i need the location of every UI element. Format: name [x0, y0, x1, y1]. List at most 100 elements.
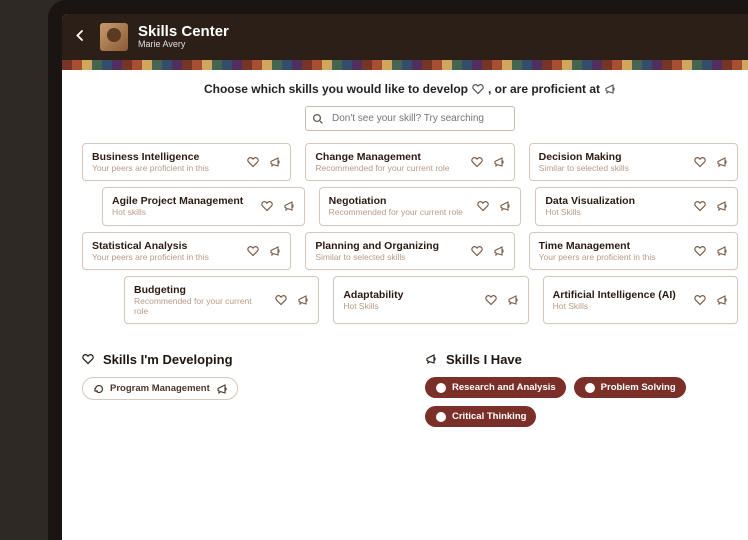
proficient-megaphone-icon[interactable]: [716, 294, 728, 306]
develop-heart-icon[interactable]: [694, 245, 706, 257]
skill-row: Statistical AnalysisYour peers are profi…: [82, 232, 738, 270]
skill-hint: Hot Skills: [545, 207, 686, 217]
skill-hint: Recommended for your current role: [134, 296, 267, 316]
skill-hint: Similar to selected skills: [539, 163, 686, 173]
skill-hint: Similar to selected skills: [315, 252, 462, 262]
developing-heading: Skills I'm Developing: [82, 352, 395, 367]
megaphone-icon: [425, 353, 439, 367]
skill-row: BudgetingRecommended for your current ro…: [124, 276, 738, 324]
skill-name: Adaptability: [343, 289, 476, 301]
proficient-megaphone-icon[interactable]: [507, 294, 519, 306]
skill-hint: Your peers are proficient in this: [92, 163, 239, 173]
skill-card[interactable]: Planning and OrganizingSimilar to select…: [305, 232, 514, 270]
skill-card[interactable]: Change ManagementRecommended for your cu…: [305, 143, 514, 181]
skill-name: Agile Project Management: [112, 195, 253, 207]
skill-row: Agile Project ManagementHot skills Negot…: [102, 187, 738, 225]
back-button[interactable]: [74, 29, 90, 45]
skill-name: Planning and Organizing: [315, 240, 462, 252]
search-icon: [312, 113, 324, 125]
skill-chip[interactable]: Program Management: [82, 377, 238, 400]
skill-name: Artificial Intelligence (AI): [553, 289, 686, 301]
heart-icon: [472, 83, 484, 95]
develop-heart-icon[interactable]: [261, 200, 273, 212]
proficient-megaphone-icon[interactable]: [716, 200, 728, 212]
decorative-ribbon: [62, 60, 748, 70]
skill-name: Negotiation: [329, 195, 470, 207]
develop-heart-icon[interactable]: [471, 156, 483, 168]
proficient-megaphone-icon[interactable]: [493, 156, 505, 168]
skill-row: Business IntelligenceYour peers are prof…: [82, 143, 738, 181]
skill-sections: Skills I'm Developing Program Management…: [82, 352, 738, 427]
megaphone-icon: [604, 83, 616, 95]
avatar[interactable]: [100, 23, 128, 51]
device-frame: Skills Center Marie Avery Choose which s…: [48, 0, 748, 540]
skill-name: Statistical Analysis: [92, 240, 239, 252]
user-name: Marie Avery: [138, 40, 229, 50]
proficient-megaphone-icon[interactable]: [499, 200, 511, 212]
skill-card[interactable]: BudgetingRecommended for your current ro…: [124, 276, 319, 324]
chip-label: Problem Solving: [601, 382, 676, 393]
instruction-text: Choose which skills you would like to de…: [82, 82, 738, 96]
proficient-megaphone-icon[interactable]: [493, 245, 505, 257]
skill-hint: Hot Skills: [553, 301, 686, 311]
develop-heart-icon[interactable]: [471, 245, 483, 257]
megaphone-icon[interactable]: [216, 383, 227, 394]
develop-heart-icon[interactable]: [485, 294, 497, 306]
skill-name: Budgeting: [134, 284, 267, 296]
skill-hint: Your peers are proficient in this: [92, 252, 239, 262]
developing-chips: Program Management: [82, 377, 395, 400]
info-icon: [435, 382, 446, 393]
proficient-megaphone-icon[interactable]: [716, 156, 728, 168]
skill-card[interactable]: Business IntelligenceYour peers are prof…: [82, 143, 291, 181]
top-bar: Skills Center Marie Avery: [62, 14, 748, 60]
skill-card[interactable]: Time ManagementYour peers are proficient…: [529, 232, 738, 270]
skill-chip[interactable]: Research and Analysis: [425, 377, 566, 398]
proficient-megaphone-icon[interactable]: [283, 200, 295, 212]
have-title: Skills I Have: [446, 352, 522, 367]
skill-card[interactable]: Decision MakingSimilar to selected skill…: [529, 143, 738, 181]
proficient-megaphone-icon[interactable]: [269, 156, 281, 168]
skill-card[interactable]: Agile Project ManagementHot skills: [102, 187, 305, 225]
skill-name: Business Intelligence: [92, 151, 239, 163]
page-title: Skills Center: [138, 24, 229, 41]
develop-heart-icon[interactable]: [694, 294, 706, 306]
skill-hint: Recommended for your current role: [315, 163, 462, 173]
have-chips: Research and Analysis Problem Solving Cr…: [425, 377, 738, 427]
skill-name: Data Visualization: [545, 195, 686, 207]
instruction-part2: , or are proficient at: [488, 82, 600, 96]
develop-heart-icon[interactable]: [247, 245, 259, 257]
skill-chip[interactable]: Problem Solving: [574, 377, 686, 398]
skill-name: Decision Making: [539, 151, 686, 163]
search-input[interactable]: [305, 106, 515, 131]
proficient-megaphone-icon[interactable]: [297, 294, 309, 306]
refresh-icon: [93, 383, 104, 394]
chip-label: Program Management: [110, 383, 210, 394]
skill-name: Change Management: [315, 151, 462, 163]
skill-card[interactable]: Artificial Intelligence (AI)Hot Skills: [543, 276, 738, 324]
main-content: Choose which skills you would like to de…: [62, 70, 748, 437]
skill-chip[interactable]: Critical Thinking: [425, 406, 536, 427]
proficient-megaphone-icon[interactable]: [269, 245, 281, 257]
proficient-megaphone-icon[interactable]: [716, 245, 728, 257]
develop-heart-icon[interactable]: [694, 200, 706, 212]
skill-name: Time Management: [539, 240, 686, 252]
develop-heart-icon[interactable]: [247, 156, 259, 168]
skill-hint: Hot Skills: [343, 301, 476, 311]
develop-heart-icon[interactable]: [275, 294, 287, 306]
skill-hint: Hot skills: [112, 207, 253, 217]
skill-card[interactable]: NegotiationRecommended for your current …: [319, 187, 522, 225]
chip-label: Critical Thinking: [452, 411, 526, 422]
skill-card[interactable]: AdaptabilityHot Skills: [333, 276, 528, 324]
have-section: Skills I Have Research and Analysis Prob…: [425, 352, 738, 427]
skill-card[interactable]: Statistical AnalysisYour peers are profi…: [82, 232, 291, 270]
heart-icon: [82, 353, 96, 367]
developing-title: Skills I'm Developing: [103, 352, 233, 367]
develop-heart-icon[interactable]: [694, 156, 706, 168]
skill-hint: Your peers are proficient in this: [539, 252, 686, 262]
skill-card[interactable]: Data VisualizationHot Skills: [535, 187, 738, 225]
skill-hint: Recommended for your current role: [329, 207, 470, 217]
search-field-wrap: [305, 106, 515, 131]
info-icon: [435, 411, 446, 422]
develop-heart-icon[interactable]: [477, 200, 489, 212]
info-icon: [584, 382, 595, 393]
